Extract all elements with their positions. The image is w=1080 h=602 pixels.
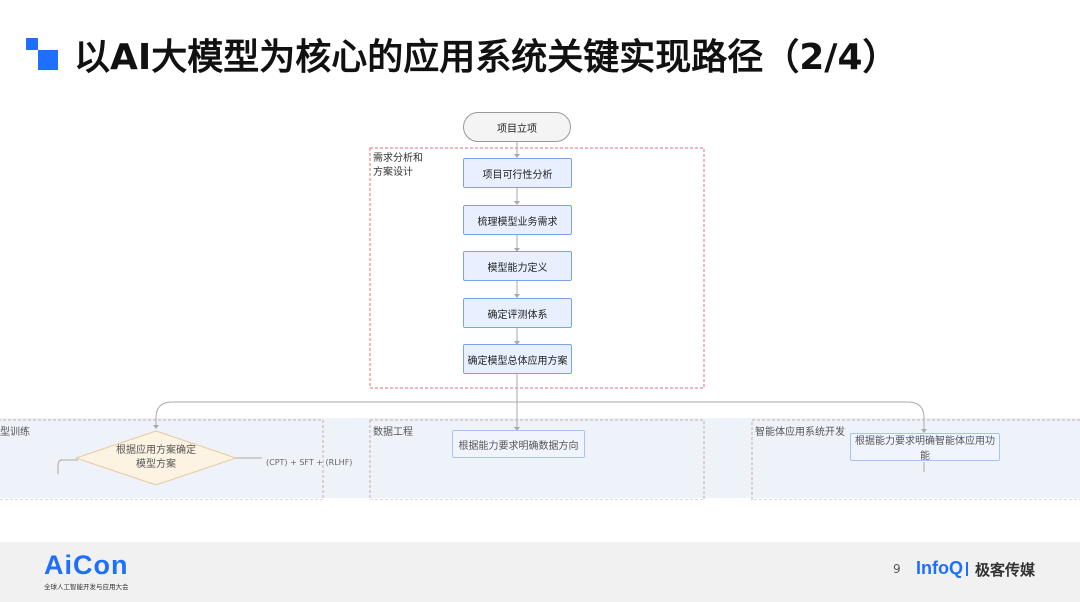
infoq-logo: InfoQ bbox=[916, 558, 963, 578]
branch-label-agent: 智能体应用系统开发 bbox=[755, 427, 845, 438]
logo-separator bbox=[966, 562, 968, 576]
step-evaluation: 确定评测体系 bbox=[463, 298, 572, 328]
branch-note-training: (CPT) + SFT + (RLHF) bbox=[266, 458, 353, 467]
step-requirements: 梳理模型业务需求 bbox=[463, 205, 572, 235]
step-overall-plan: 确定模型总体应用方案 bbox=[463, 344, 572, 374]
group-label-analysis: 需求分析和 方案设计 bbox=[373, 153, 423, 178]
branch-node-data: 根据能力要求明确数据方向 bbox=[452, 430, 585, 458]
aicon-tagline: 全球人工智能开发与应用大会 bbox=[44, 583, 129, 591]
company-name: 极客传媒 bbox=[975, 561, 1036, 579]
page-number: 9 bbox=[893, 562, 901, 576]
start-node: 项目立项 bbox=[463, 112, 571, 142]
page-title: 以AI大模型为核心的应用系统关键实现路径（2/4） bbox=[74, 37, 899, 78]
title-bar: 以AI大模型为核心的应用系统关键实现路径（2/4） bbox=[0, 0, 1080, 90]
branch-label-data: 数据工程 bbox=[373, 427, 413, 438]
title-squares-icon bbox=[26, 38, 58, 70]
step-capability: 模型能力定义 bbox=[463, 251, 572, 281]
branch-node-agent: 根据能力要求明确智能体应用功能 bbox=[850, 433, 1000, 462]
step-feasibility: 项目可行性分析 bbox=[463, 158, 572, 188]
aicon-logo: AiCon bbox=[44, 550, 129, 580]
branch-node-model: 根据应用方案确定 模型方案 bbox=[116, 445, 196, 470]
branch-label-training: 型训练 bbox=[0, 427, 30, 438]
flowchart: 项目立项 需求分析和 方案设计 项目可行性分析 梳理模型业务需求 模型能力定义 … bbox=[0, 100, 1080, 500]
footer: AiCon 全球人工智能开发与应用大会 9 InfoQ 极客传媒 bbox=[0, 542, 1080, 602]
